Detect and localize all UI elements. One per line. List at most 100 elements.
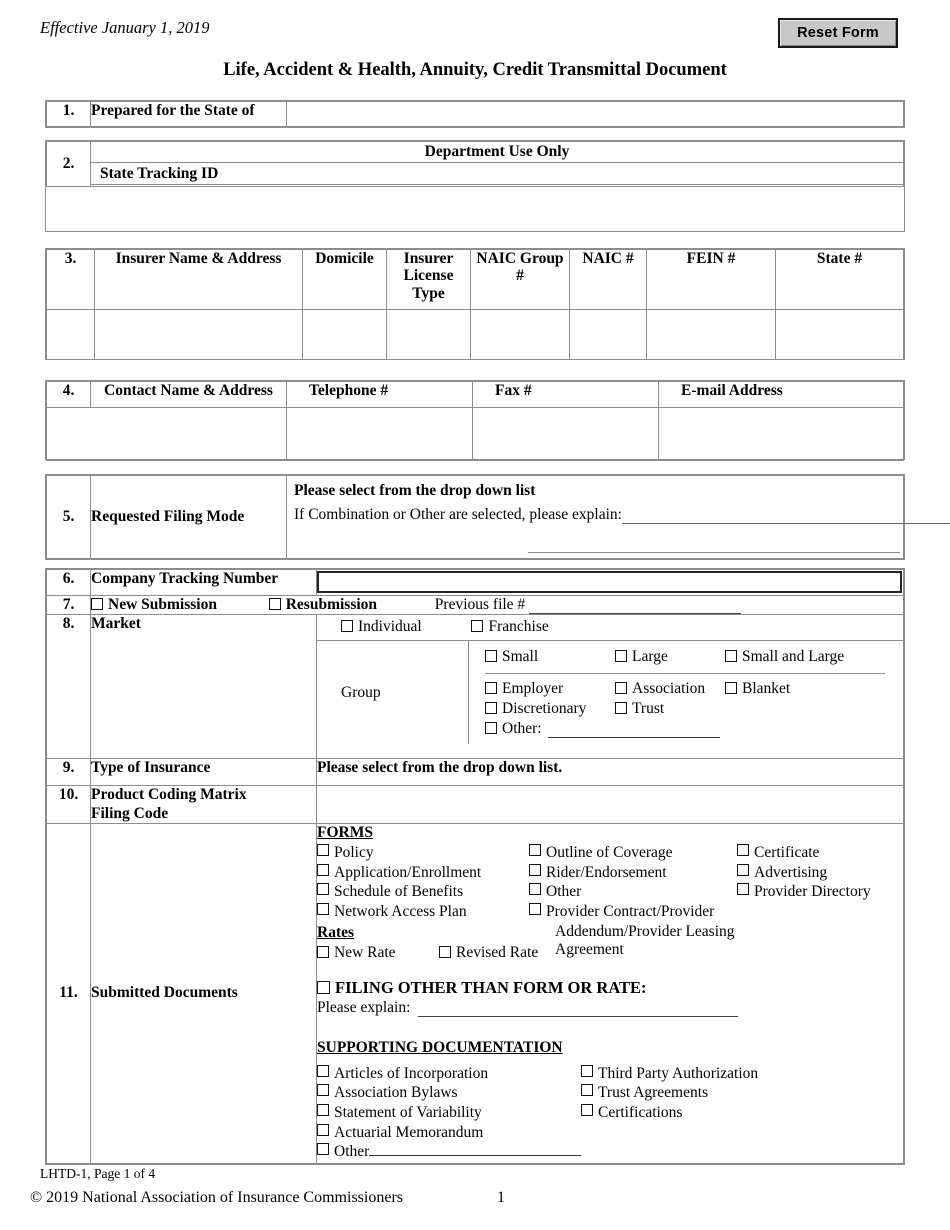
checkbox-icon[interactable] [317,1064,329,1077]
input-naic-number[interactable] [569,309,647,360]
market-type-employer[interactable]: Employer [485,679,615,699]
checkbox-icon[interactable] [317,981,330,995]
supp-other[interactable]: Other [317,1143,581,1163]
checkbox-icon[interactable] [725,682,737,694]
input-contact-name-address[interactable] [46,407,287,461]
checkbox-icon[interactable] [317,945,329,958]
checkbox-icon[interactable] [529,844,541,857]
checkbox-icon[interactable] [737,844,749,857]
market-type-association[interactable]: Association [615,679,725,699]
input-state-number[interactable] [775,309,904,360]
col-contact-name-address: Contact Name & Address [90,381,287,408]
form-application-enrollment[interactable]: Application/Enrollment [317,863,529,884]
market-size-small[interactable]: Small [485,648,615,666]
checkbox-icon[interactable] [615,682,627,694]
please-explain-input[interactable] [418,1003,739,1017]
checkbox-icon[interactable] [91,598,103,610]
individual-checkbox[interactable] [341,620,353,632]
form-provider-directory[interactable]: Provider Directory [737,883,887,903]
network-access-plan-label: Network Access Plan [334,902,467,920]
reset-form-button[interactable]: Reset Form [778,18,898,48]
supp-certifications[interactable]: Certifications [581,1103,821,1124]
filing-other-label: FILING OTHER THAN FORM OR RATE: [335,977,647,997]
form-rider-endorsement[interactable]: Rider/Endorsement [529,863,737,884]
previous-file-input[interactable] [529,600,742,614]
supp-third-party-authorization[interactable]: Third Party Authorization [581,1064,821,1085]
supp-trust-agreements[interactable]: Trust Agreements [581,1084,821,1104]
company-tracking-number-input[interactable] [317,571,902,593]
form-certificate[interactable]: Certificate [737,844,887,864]
franchise-checkbox[interactable] [471,620,484,632]
input-domicile[interactable] [302,309,387,360]
product-coding-matrix-input[interactable] [316,784,904,825]
checkbox-icon[interactable] [529,863,541,876]
section-3-insurer-info: 3. Insurer Name & Address Domicile Insur… [45,248,905,360]
checkbox-icon[interactable] [317,902,329,915]
previous-file-label: Previous file # [434,596,526,613]
input-fein-number[interactable] [646,309,776,360]
form-policy[interactable]: Policy [317,844,529,864]
blanket-label: Blanket [742,680,791,697]
checkbox-icon[interactable] [615,650,627,662]
checkbox-icon[interactable] [485,682,497,694]
filing-mode-explain-input[interactable] [621,510,950,524]
form-provider-contract[interactable]: Provider Contract/Provider [529,902,737,923]
filing-mode-dropdown[interactable]: Please select from the drop down list [287,476,903,500]
type-of-insurance-dropdown[interactable]: Please select from the drop down list. [316,758,904,786]
input-insurer-license-type[interactable] [386,309,471,360]
input-naic-group-number[interactable] [470,309,570,360]
checkbox-icon[interactable] [317,1084,329,1097]
rates-heading: Rates [317,923,355,941]
supp-association-bylaws[interactable]: Association Bylaws [317,1084,581,1104]
input-fax[interactable] [472,407,659,461]
checkbox-icon[interactable] [737,863,749,876]
input-telephone[interactable] [286,407,473,461]
checkbox-icon[interactable] [529,902,541,915]
checkbox-icon[interactable] [725,650,737,662]
state-tracking-id-input[interactable] [46,185,904,234]
rate-revised[interactable]: Revised Rate [439,944,538,962]
form-advertising[interactable]: Advertising [737,863,887,884]
checkbox-icon[interactable] [439,945,451,958]
form-schedule-of-benefits[interactable]: Schedule of Benefits [317,883,529,903]
rate-new[interactable]: New Rate [317,944,439,962]
form-network-access-plan[interactable]: Network Access Plan [317,902,529,923]
filing-other-than-form-or-rate[interactable]: FILING OTHER THAN FORM OR RATE: [317,978,903,998]
checkbox-icon[interactable] [485,650,497,662]
checkbox-icon[interactable] [737,883,749,896]
checkbox-icon[interactable] [317,844,329,857]
market-other-input[interactable] [547,725,720,739]
supp-actuarial-memorandum[interactable]: Actuarial Memorandum [317,1123,581,1144]
market-other-label: Other: [502,719,542,737]
input-insurer-name-address[interactable] [94,309,303,360]
market-size-large[interactable]: Large [615,648,725,666]
checkbox-icon[interactable] [317,1143,329,1156]
checkbox-icon[interactable] [268,598,281,610]
checkbox-icon[interactable] [581,1064,593,1077]
resubmission-checkbox[interactable]: Resubmission [268,596,377,614]
checkbox-icon[interactable] [317,863,329,876]
market-type-blanket[interactable]: Blanket [725,679,790,699]
checkbox-icon[interactable] [485,701,497,714]
market-size-small-and-large[interactable]: Small and Large [725,648,844,666]
checkbox-icon[interactable] [317,1123,329,1136]
supp-statement-of-variability[interactable]: Statement of Variability [317,1103,581,1124]
market-type-other[interactable]: Other: [485,719,720,739]
checkbox-icon[interactable] [485,721,497,734]
supp-articles-of-incorporation[interactable]: Articles of Incorporation [317,1064,581,1085]
market-type-discretionary[interactable]: Discretionary [485,699,615,719]
state-input[interactable] [286,101,904,127]
checkbox-icon[interactable] [581,1103,593,1116]
checkbox-icon[interactable] [317,883,329,896]
checkbox-icon[interactable] [529,883,541,896]
input-email-address[interactable] [658,407,904,461]
supporting-other-input[interactable] [369,1143,581,1157]
form-outline-of-coverage[interactable]: Outline of Coverage [529,844,737,864]
form-other[interactable]: Other [529,883,737,903]
market-type-trust[interactable]: Trust [615,699,725,719]
section-5-requested-filing-mode: 5. Requested Filing Mode Please select f… [45,474,950,560]
new-submission-checkbox[interactable]: New Submission [91,596,217,614]
checkbox-icon[interactable] [581,1084,593,1097]
checkbox-icon[interactable] [615,701,627,714]
checkbox-icon[interactable] [317,1103,329,1116]
